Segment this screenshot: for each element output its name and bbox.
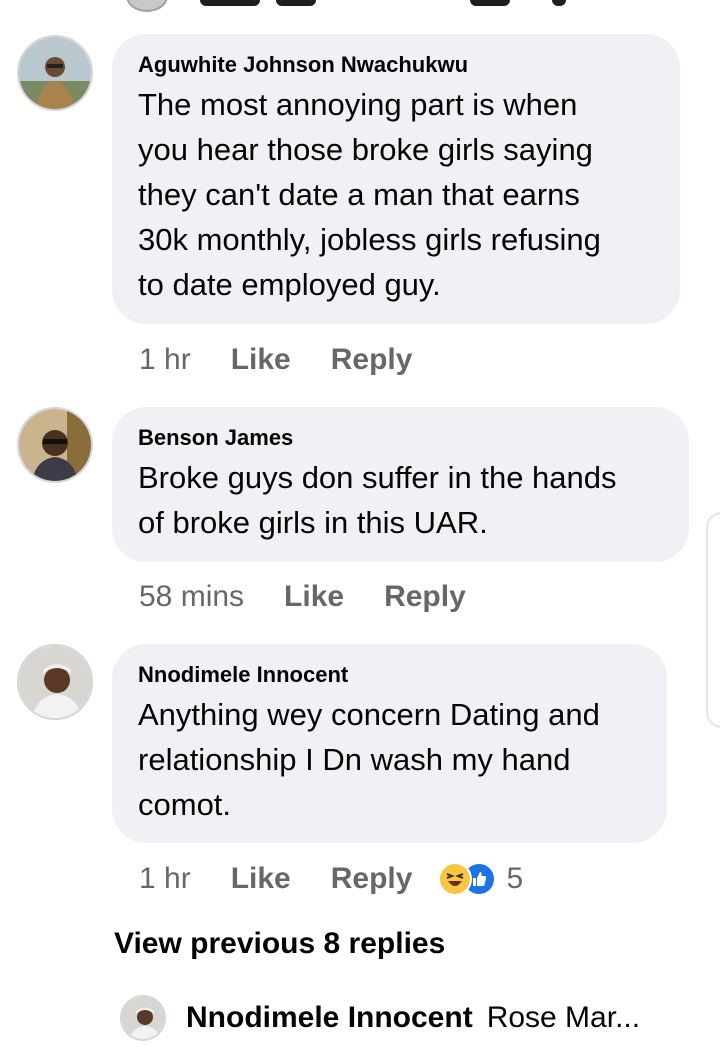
profile-photo-icon [19, 37, 91, 109]
comment-text: Broke guys don suffer in the hands of br… [138, 455, 663, 545]
profile-photo-icon [19, 646, 91, 718]
comment-line: The most annoying part is when [138, 87, 578, 122]
avatar[interactable] [126, 0, 168, 12]
like-button[interactable]: Like [284, 580, 344, 614]
avatar-aguwhite[interactable] [17, 35, 93, 111]
reply-button[interactable]: Reply [331, 862, 413, 896]
comment-author[interactable]: Nnodimele Innocent [138, 662, 641, 688]
haha-icon [438, 862, 473, 896]
comment-line: Broke guys don suffer in the hands [138, 460, 617, 495]
comment-line: you hear those broke girls saying [138, 132, 593, 167]
view-previous-replies-link[interactable]: View previous 8 replies [114, 927, 445, 961]
avatar-benson[interactable] [17, 407, 93, 483]
side-panel-edge [706, 512, 720, 728]
cut-text-fragment [276, 0, 316, 6]
comment-line: to date employed guy. [138, 267, 441, 302]
reaction-summary[interactable]: 5 [438, 862, 523, 896]
profile-photo-icon [19, 409, 91, 481]
cut-text-fragment [470, 0, 510, 6]
reply-author[interactable]: Nnodimele Innocent [186, 1001, 473, 1035]
avatar-nnodimele[interactable] [17, 644, 93, 720]
reply-preview[interactable]: Nnodimele Innocent Rose Mar... [120, 995, 640, 1041]
comment-text: Anything wey concern Dating and relation… [138, 692, 641, 827]
comment-timestamp[interactable]: 58 mins [139, 580, 244, 614]
comment-bubble[interactable]: Benson James Broke guys don suffer in th… [112, 407, 689, 562]
comment-actions: 58 mins Like Reply [139, 577, 506, 617]
comment-timestamp[interactable]: 1 hr [139, 343, 191, 377]
reply-button[interactable]: Reply [331, 343, 413, 377]
previous-comment-cutoff [0, 0, 720, 14]
comment-bubble[interactable]: Nnodimele Innocent Anything wey concern … [112, 644, 667, 843]
avatar[interactable] [120, 995, 166, 1041]
cut-text-fragment [200, 0, 260, 6]
comment-author[interactable]: Benson James [138, 425, 663, 451]
comment-actions: 1 hr Like Reply [139, 340, 452, 380]
comment-line: comot. [138, 787, 232, 822]
comment-bubble[interactable]: Aguwhite Johnson Nwachukwu The most anno… [112, 34, 680, 324]
comment-line: Anything wey concern Dating and [138, 697, 600, 732]
comment-author[interactable]: Aguwhite Johnson Nwachukwu [138, 52, 654, 78]
profile-photo-icon [122, 997, 164, 1039]
comment-actions: 1 hr Like Reply 5 [139, 859, 523, 899]
reaction-count: 5 [506, 862, 524, 895]
like-button[interactable]: Like [231, 862, 291, 896]
comment-line: of broke girls in this UAR. [138, 505, 488, 540]
reply-snippet: Rose Mar... [486, 1001, 641, 1034]
cut-text-fragment [552, 0, 566, 6]
like-button[interactable]: Like [231, 343, 291, 377]
comment-line: they can't date a man that earns [138, 177, 580, 212]
comment-line: relationship I Dn wash my hand [138, 742, 571, 777]
reply-button[interactable]: Reply [384, 580, 466, 614]
comment-line: 30k monthly, jobless girls refusing [138, 222, 601, 257]
comment-timestamp[interactable]: 1 hr [139, 862, 191, 896]
comment-text: The most annoying part is when you hear … [138, 82, 654, 307]
